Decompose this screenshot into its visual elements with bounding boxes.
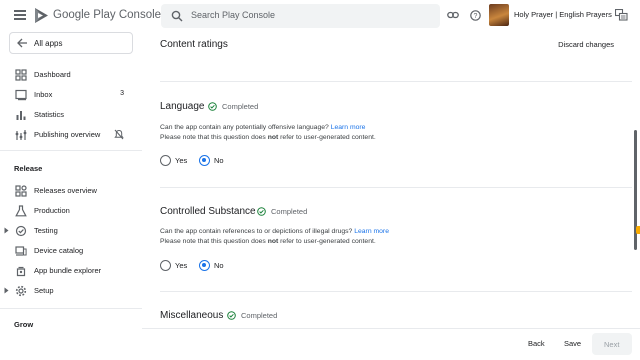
radio-label: Yes bbox=[175, 261, 188, 270]
check-circle-icon bbox=[227, 311, 236, 320]
check-circle-icon bbox=[208, 102, 217, 111]
controlled-substance-note: Please note that this question does not … bbox=[160, 238, 376, 245]
language-note: Please note that this question does not … bbox=[160, 134, 376, 141]
managed-publishing-off-icon bbox=[114, 129, 124, 140]
expand-caret-icon[interactable] bbox=[4, 227, 9, 234]
controlled-substance-heading: Controlled Substance bbox=[160, 206, 256, 217]
sidebar-item-label: Inbox bbox=[34, 90, 53, 99]
sidebar-item-label: App bundle explorer bbox=[34, 266, 102, 275]
svg-text:?: ? bbox=[474, 13, 478, 20]
release-section-title: Release bbox=[14, 164, 43, 173]
releases-icon bbox=[15, 185, 27, 197]
main-content: Content ratings Discard changes Language… bbox=[150, 32, 632, 328]
publishing-icon bbox=[15, 130, 27, 140]
sidebar-item-label: Setup bbox=[34, 286, 54, 295]
radio-label: No bbox=[214, 156, 224, 165]
status-badge: Completed bbox=[241, 311, 278, 320]
controlled-substance-question: Can the app contain references to or dep… bbox=[160, 228, 389, 235]
sidebar-item-setup[interactable]: Setup bbox=[0, 282, 142, 300]
status-badge: Completed bbox=[222, 102, 259, 111]
sidebar-item-statistics[interactable]: Statistics bbox=[0, 106, 142, 124]
sidebar-divider bbox=[0, 150, 142, 151]
miscellaneous-heading: Miscellaneous bbox=[160, 310, 224, 321]
production-icon bbox=[15, 205, 27, 217]
language-yes-radio[interactable] bbox=[160, 155, 171, 166]
sidebar-item-dashboard[interactable]: Dashboard bbox=[0, 66, 142, 84]
next-button[interactable]: Next bbox=[592, 333, 632, 355]
section-divider bbox=[160, 81, 632, 82]
discard-changes-button[interactable]: Discard changes bbox=[558, 40, 614, 49]
section-divider bbox=[160, 187, 632, 188]
sidebar-item-label: Dashboard bbox=[34, 70, 71, 79]
learn-more-link[interactable]: Learn more bbox=[354, 228, 389, 235]
language-heading: Language bbox=[160, 101, 205, 112]
app-avatar bbox=[489, 4, 509, 26]
play-console-logo-icon[interactable] bbox=[34, 7, 49, 24]
all-apps-label: All apps bbox=[34, 39, 63, 48]
help-icon[interactable]: ? bbox=[470, 10, 481, 21]
controlled-substance-yes-radio[interactable] bbox=[160, 260, 171, 271]
testing-icon bbox=[15, 225, 27, 237]
search-input[interactable]: Search Play Console bbox=[191, 10, 275, 20]
sidebar-item-label: Testing bbox=[34, 226, 58, 235]
sidebar-item-label: Publishing overview bbox=[34, 130, 101, 139]
statistics-icon bbox=[16, 111, 26, 120]
save-button[interactable]: Save bbox=[564, 339, 581, 348]
sidebar-item-label: Statistics bbox=[34, 110, 65, 119]
sidebar-item-publishing-overview[interactable]: Publishing overview bbox=[0, 126, 142, 144]
search-icon bbox=[171, 10, 183, 22]
dashboard-icon bbox=[15, 69, 27, 81]
sidebar: All apps Dashboard Inbox 3 Statistics Pu… bbox=[0, 32, 142, 360]
expand-caret-icon[interactable] bbox=[4, 287, 9, 294]
section-divider bbox=[160, 291, 632, 292]
bundle-icon bbox=[16, 266, 26, 277]
inbox-icon bbox=[15, 89, 27, 101]
sidebar-item-label: Releases overview bbox=[34, 186, 97, 195]
sidebar-item-label: Production bbox=[34, 206, 70, 215]
radio-label: Yes bbox=[175, 156, 188, 165]
sidebar-item-app-bundle-explorer[interactable]: App bundle explorer bbox=[0, 262, 142, 280]
radio-label: No bbox=[214, 261, 224, 270]
learn-more-link[interactable]: Learn more bbox=[331, 124, 366, 131]
back-button[interactable]: Back bbox=[528, 339, 545, 348]
brand-name[interactable]: Google Play Console bbox=[53, 9, 161, 21]
all-apps-button[interactable]: All apps bbox=[9, 32, 133, 54]
sidebar-divider bbox=[0, 308, 142, 309]
switch-app-icon[interactable] bbox=[615, 9, 628, 21]
menu-icon[interactable] bbox=[14, 10, 26, 20]
arrow-back-icon bbox=[17, 38, 27, 48]
feedback-tab[interactable] bbox=[636, 226, 640, 234]
next-button-label: Next bbox=[604, 340, 620, 349]
search-bar[interactable]: Search Play Console bbox=[161, 4, 440, 28]
page-title: Content ratings bbox=[160, 39, 228, 50]
app-selector[interactable]: Holy Prayer | English Prayers bbox=[489, 4, 612, 26]
sidebar-item-production[interactable]: Production bbox=[0, 202, 142, 220]
inbox-count-badge: 3 bbox=[120, 90, 124, 97]
gear-icon bbox=[15, 285, 27, 297]
sidebar-item-label: Device catalog bbox=[34, 246, 84, 255]
grow-section-title: Grow bbox=[14, 320, 34, 329]
controlled-substance-no-radio[interactable] bbox=[199, 260, 210, 271]
check-circle-icon bbox=[257, 207, 266, 216]
sidebar-item-device-catalog[interactable]: Device catalog bbox=[0, 242, 142, 260]
status-badge: Completed bbox=[271, 207, 308, 216]
language-question: Can the app contain any potentially offe… bbox=[160, 124, 366, 131]
sidebar-item-inbox[interactable]: Inbox 3 bbox=[0, 86, 142, 104]
device-icon bbox=[15, 246, 27, 256]
language-no-radio[interactable] bbox=[199, 155, 210, 166]
app-name: Holy Prayer | English Prayers bbox=[514, 10, 612, 19]
link-icon[interactable] bbox=[447, 10, 459, 20]
footer-bar: Back Save Next bbox=[142, 328, 640, 360]
sidebar-item-releases-overview[interactable]: Releases overview bbox=[0, 182, 142, 200]
top-bar: Google Play Console Search Play Console … bbox=[0, 0, 640, 32]
sidebar-item-testing[interactable]: Testing bbox=[0, 222, 142, 240]
